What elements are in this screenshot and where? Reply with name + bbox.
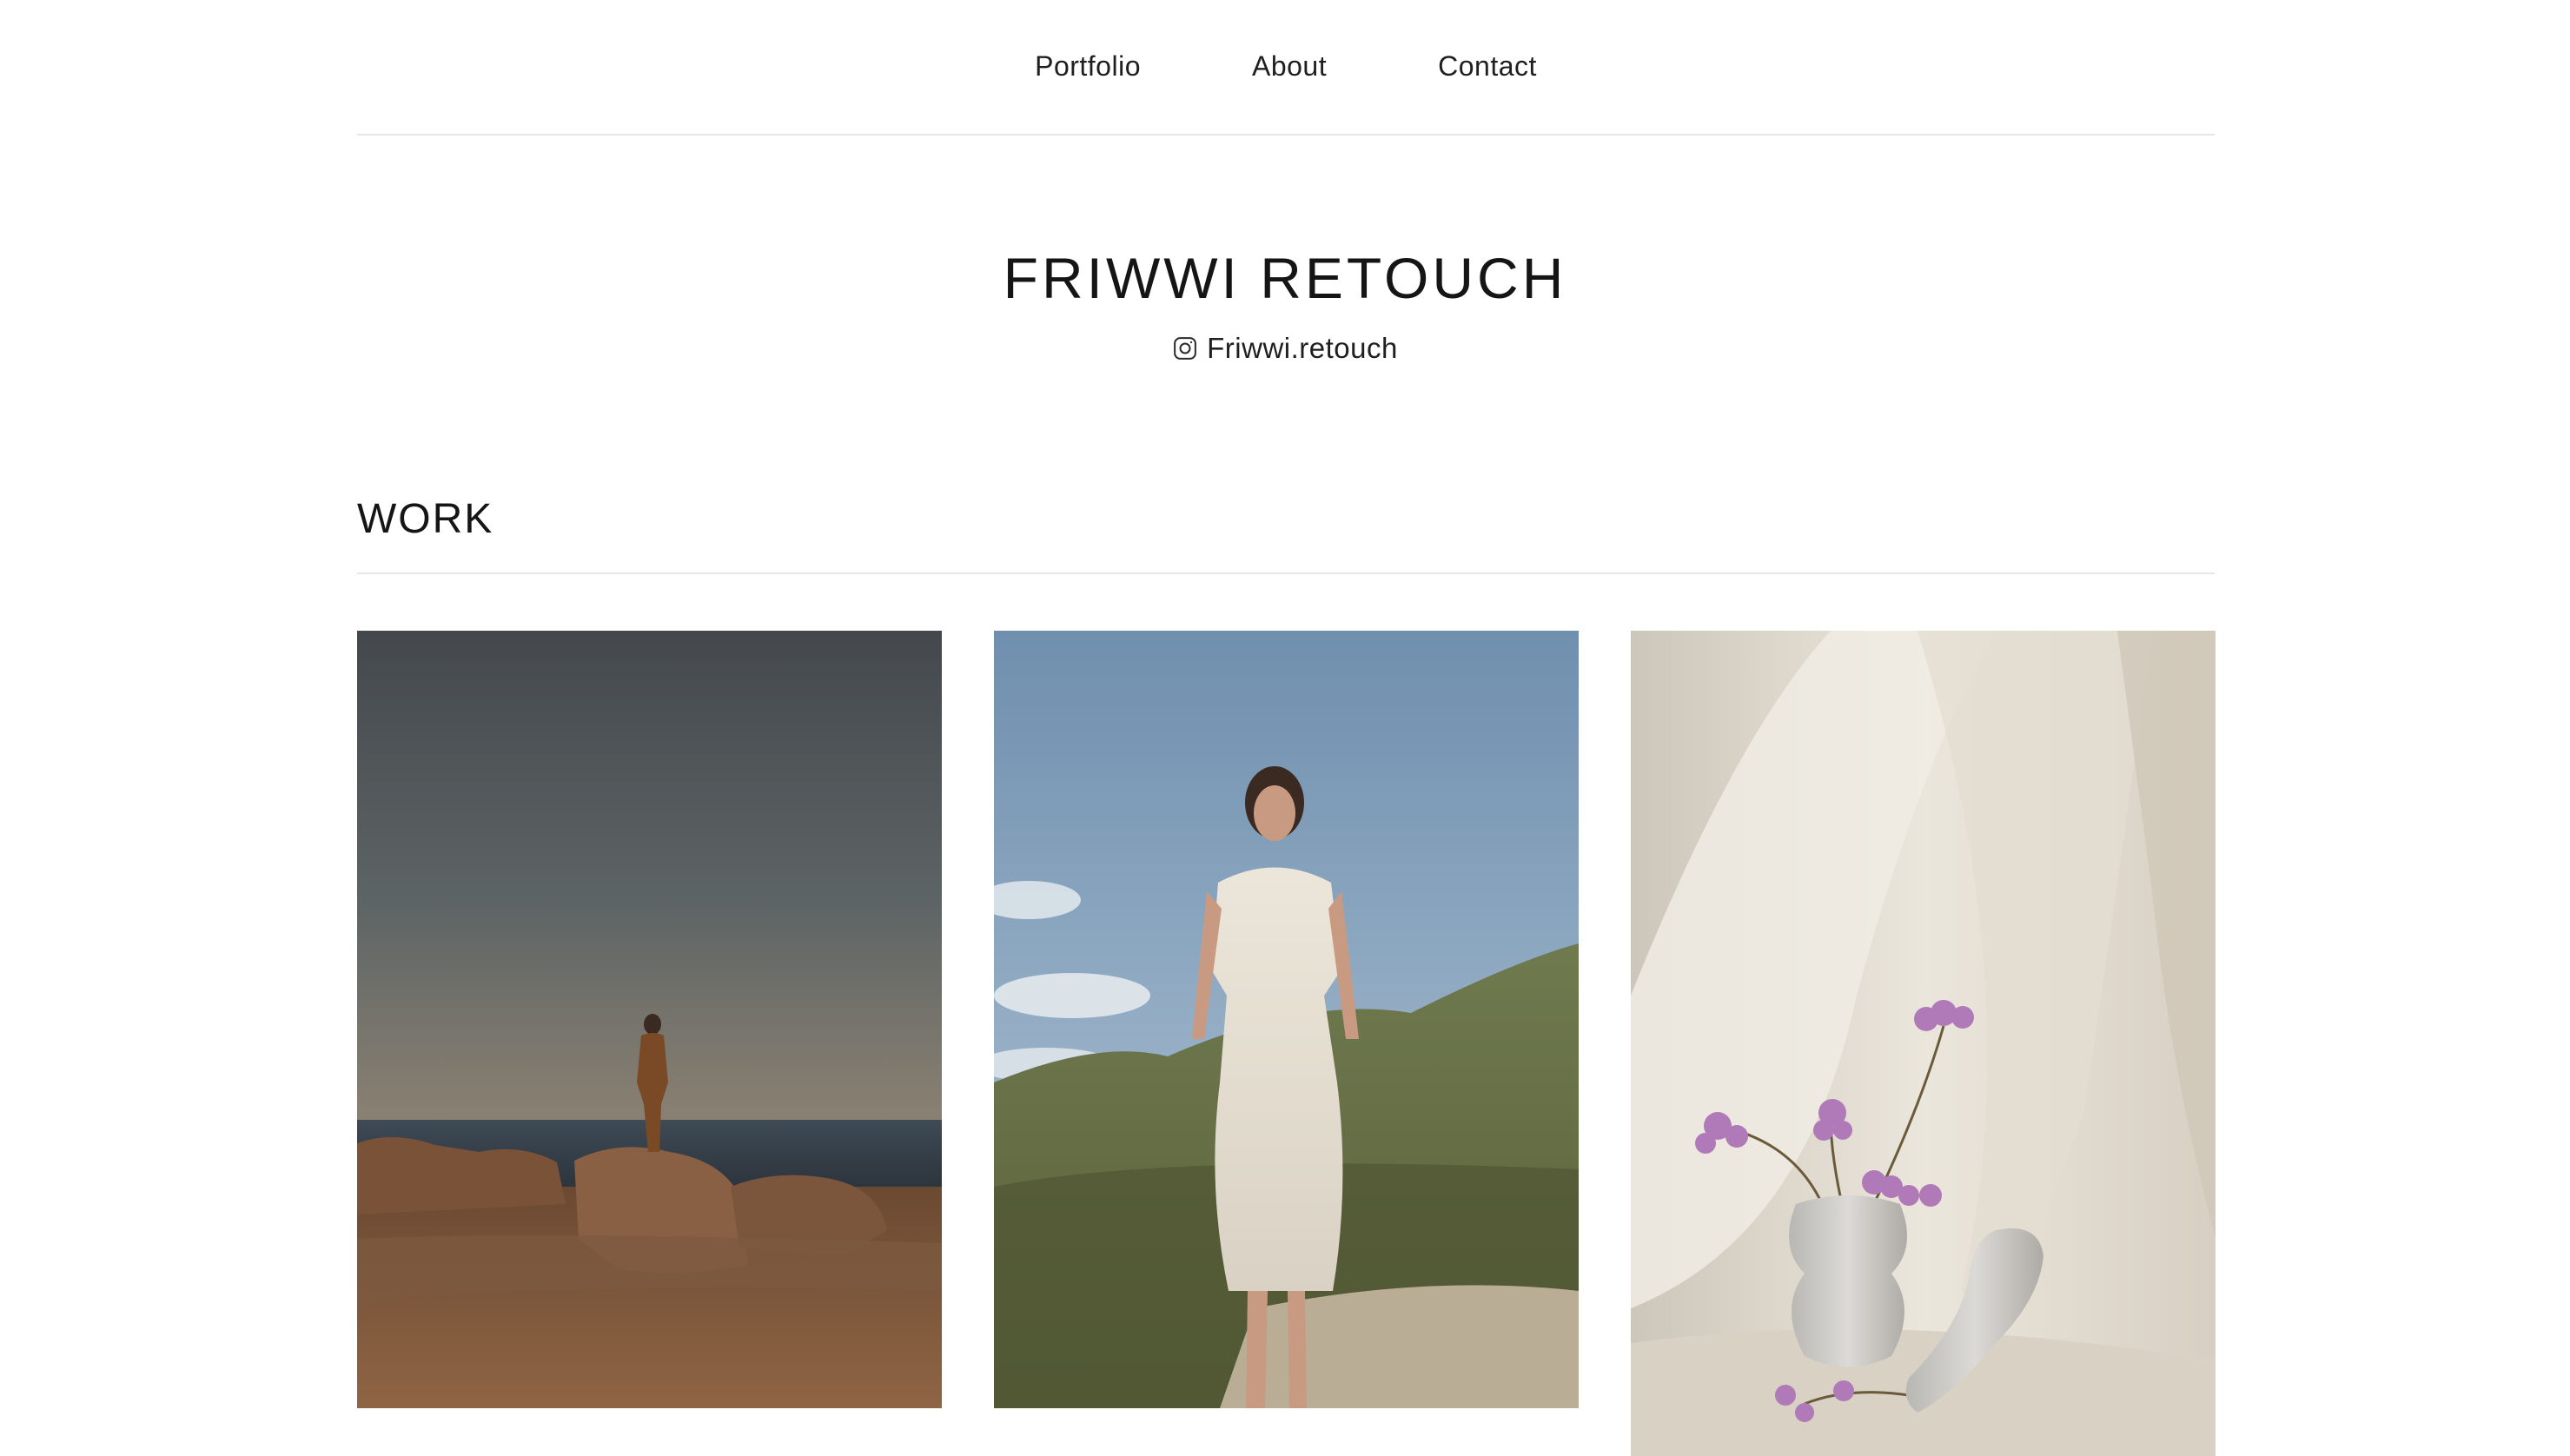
gallery-image-woman-on-rocks[interactable] [357, 631, 942, 1408]
page: Portfolio About Contact FRIWWI RETOUCH F… [0, 0, 2570, 1456]
nav-link-portfolio[interactable]: Portfolio [1035, 50, 1141, 83]
section-divider [357, 572, 2215, 574]
gallery-image-woman-in-white-dress[interactable] [994, 631, 1579, 1408]
gallery-image-vase-with-flowers[interactable] [1631, 631, 2216, 1456]
section-heading-work: WORK [357, 496, 494, 542]
photo-seaside [357, 631, 942, 1408]
nav-links: Portfolio About Contact [1035, 50, 1537, 83]
instagram-icon [1174, 337, 1197, 360]
photo-dunes [994, 631, 1579, 1408]
nav-link-about[interactable]: About [1252, 50, 1327, 83]
nav-link-contact[interactable]: Contact [1438, 50, 1537, 83]
instagram-handle: Friwwi.retouch [1207, 332, 1398, 364]
site-title: FRIWWI RETOUCH [1003, 246, 1567, 310]
top-nav: Portfolio About Contact [357, 0, 2215, 136]
photo-still-life [1631, 631, 2216, 1456]
instagram-link[interactable]: Friwwi.retouch [0, 332, 2570, 365]
